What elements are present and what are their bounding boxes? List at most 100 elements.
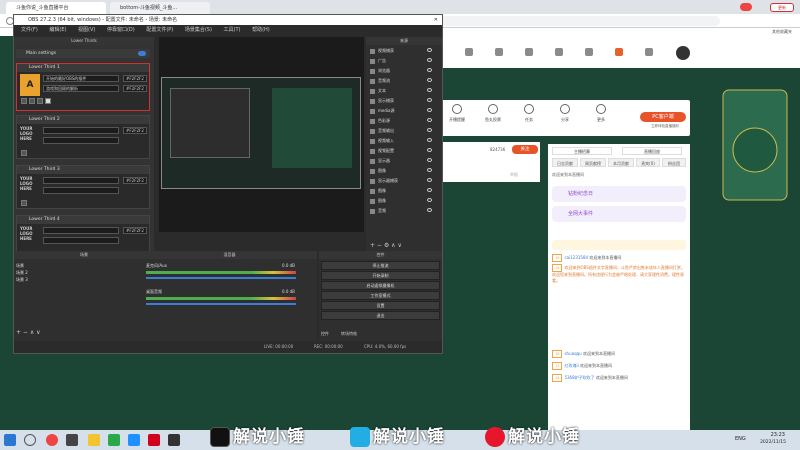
cat-task[interactable]: 任务 bbox=[514, 104, 544, 123]
lt-line2-input[interactable] bbox=[43, 187, 119, 194]
nav-icon-1[interactable] bbox=[465, 48, 473, 56]
source-item[interactable]: 显示器捕获 bbox=[370, 177, 440, 184]
source-item[interactable]: 图像 bbox=[370, 187, 440, 194]
menu-file[interactable]: 文件(F) bbox=[21, 27, 38, 33]
input-language[interactable]: ENG bbox=[735, 436, 746, 442]
cat-remind[interactable]: 开播提醒 bbox=[442, 104, 472, 123]
chat-user[interactable]: 红玫瑰ii bbox=[564, 363, 578, 368]
eye-icon[interactable] bbox=[427, 58, 432, 62]
obs-preview[interactable]: 未选择源 bbox=[159, 37, 364, 261]
eye-icon[interactable] bbox=[427, 138, 432, 142]
source-item[interactable]: 色彩源 bbox=[370, 117, 440, 124]
scene-item[interactable]: 场景 bbox=[16, 262, 136, 269]
nav-icon-4[interactable] bbox=[555, 48, 563, 56]
eye-icon[interactable] bbox=[427, 88, 432, 92]
start-recording-button[interactable]: 开始录制 bbox=[321, 271, 440, 280]
lt-hotkey-1[interactable] bbox=[21, 150, 27, 156]
windows-start-icon[interactable] bbox=[4, 434, 16, 446]
menu-docks[interactable]: 停靠窗口(D) bbox=[107, 27, 135, 33]
avatar[interactable] bbox=[676, 46, 690, 60]
source-item[interactable]: 音频 bbox=[370, 207, 440, 214]
lt-hotkey-1[interactable] bbox=[21, 98, 27, 104]
eye-icon[interactable] bbox=[427, 208, 432, 212]
lt-hotkey-4[interactable] bbox=[45, 98, 51, 104]
browser-tab-2[interactable]: bottom-斗鱼视频_斗鱼... bbox=[110, 2, 210, 14]
lt-hotkey-3[interactable] bbox=[37, 98, 43, 104]
app-icon-3[interactable] bbox=[168, 434, 180, 446]
source-item[interactable]: 视频输入 bbox=[370, 137, 440, 144]
stop-streaming-button[interactable]: 停止推流 bbox=[321, 261, 440, 270]
source-item[interactable]: 图像 bbox=[370, 197, 440, 204]
clock-time[interactable]: 23:23 bbox=[755, 432, 785, 438]
subtab-monthly[interactable]: 本月贡献 bbox=[608, 158, 634, 167]
lt-line1-input[interactable]: 开始的最好OBS的插件 bbox=[43, 75, 119, 82]
lt-color-input[interactable]: #F2F2F2 bbox=[123, 75, 147, 82]
eye-icon[interactable] bbox=[427, 128, 432, 132]
volume-slider[interactable] bbox=[146, 303, 296, 305]
folder-icon[interactable] bbox=[88, 434, 100, 446]
scene-item[interactable]: 场景 2 bbox=[16, 269, 136, 276]
virtual-camera-button[interactable]: 启动虚拟摄像机 bbox=[321, 281, 440, 290]
subtab-fans[interactable]: 粉丝团 bbox=[662, 158, 686, 167]
lt-line2-input[interactable]: 游戏和回顾的解析 bbox=[43, 85, 119, 92]
eye-icon[interactable] bbox=[427, 158, 432, 162]
obs-icon[interactable] bbox=[66, 434, 78, 446]
lt-color-input[interactable]: #F2F2F2 bbox=[123, 227, 147, 234]
eye-icon[interactable] bbox=[427, 168, 432, 172]
menu-profile[interactable]: 配置文件(P) bbox=[146, 27, 173, 33]
source-item[interactable]: 文本 bbox=[370, 87, 440, 94]
subtab-daily[interactable]: 日志贡献 bbox=[552, 158, 578, 167]
settings-button[interactable]: 设置 bbox=[321, 301, 440, 310]
source-item[interactable]: 视频配置 bbox=[370, 147, 440, 154]
browser-tab-1[interactable]: 斗鱼你说_斗鱼直播平台 bbox=[6, 2, 106, 14]
source-item[interactable]: 视频捕获 bbox=[370, 47, 440, 54]
cat-more[interactable]: 更多 bbox=[586, 104, 616, 123]
lt-color-input-2[interactable]: #F2F2F2 bbox=[123, 85, 147, 92]
source-item[interactable]: 音频流 bbox=[370, 77, 440, 84]
source-item[interactable]: 图像 bbox=[370, 167, 440, 174]
preview-canvas[interactable] bbox=[161, 77, 361, 189]
chat-user[interactable]: 5368炉子吹吹了 bbox=[564, 375, 594, 380]
menu-scene-collection[interactable]: 场景集合(S) bbox=[185, 27, 212, 33]
menu-help[interactable]: 帮助(H) bbox=[252, 27, 270, 33]
source-item[interactable]: media源 bbox=[370, 107, 440, 114]
lt-hotkey-1[interactable] bbox=[21, 200, 27, 206]
add-source-icon[interactable]: + − ⚙ ∧ ∨ bbox=[370, 242, 402, 249]
tab-transitions[interactable]: 转场特效 bbox=[341, 331, 357, 337]
source-item[interactable]: 音频输出 bbox=[370, 127, 440, 134]
chat-user[interactable]: cai1231584 bbox=[564, 255, 588, 260]
eye-icon[interactable] bbox=[427, 48, 432, 52]
pc-client-button[interactable]: PC客户端 bbox=[640, 112, 686, 122]
other-bookmarks[interactable]: 其他收藏夹 bbox=[772, 29, 792, 35]
subtab-vip[interactable]: 贵宾(0) bbox=[636, 158, 660, 167]
source-item[interactable]: 显示器 bbox=[370, 157, 440, 164]
eye-icon[interactable] bbox=[427, 148, 432, 152]
lt-line1-input[interactable] bbox=[43, 227, 119, 234]
lt-hotkey-2[interactable] bbox=[29, 98, 35, 104]
volume-slider[interactable] bbox=[146, 277, 296, 279]
exit-button[interactable]: 退出 bbox=[321, 311, 440, 320]
menu-view[interactable]: 视图(V) bbox=[78, 27, 95, 33]
eye-icon[interactable] bbox=[427, 98, 432, 102]
chrome-icon[interactable] bbox=[46, 434, 58, 446]
nav-icon-6[interactable] bbox=[615, 48, 623, 56]
promo-event[interactable]: 全网大事件 bbox=[552, 206, 686, 222]
source-item[interactable]: 浏览器 bbox=[370, 67, 440, 74]
studio-mode-button[interactable]: 工作室模式 bbox=[321, 291, 440, 300]
eye-icon[interactable] bbox=[427, 178, 432, 182]
eye-icon[interactable] bbox=[427, 188, 432, 192]
eye-icon[interactable] bbox=[427, 108, 432, 112]
menu-tools[interactable]: 工具(T) bbox=[224, 27, 241, 33]
source-item[interactable]: 广告 bbox=[370, 57, 440, 64]
eye-icon[interactable] bbox=[427, 118, 432, 122]
lt-line1-input[interactable] bbox=[43, 177, 119, 184]
cat-vote[interactable]: 鱼丸投票 bbox=[478, 104, 508, 123]
eye-icon[interactable] bbox=[427, 198, 432, 202]
scene-item[interactable]: 场景 3 bbox=[16, 276, 136, 283]
promo-fans-day[interactable]: 钻粉纪念日 bbox=[552, 186, 686, 202]
wechat-icon[interactable] bbox=[108, 434, 120, 446]
app-icon[interactable] bbox=[128, 434, 140, 446]
panel-tab-recruit[interactable]: 主播招募 bbox=[552, 147, 612, 155]
add-scene-icon[interactable]: + − ∧ ∨ bbox=[16, 329, 41, 336]
eye-icon[interactable] bbox=[427, 68, 432, 72]
